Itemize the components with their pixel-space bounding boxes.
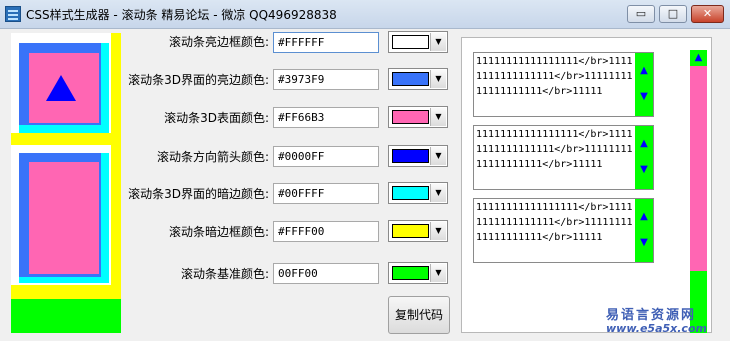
window-title: CSS样式生成器 - 滚动条 精易论坛 - 微凉 QQ496928838 [26,8,337,22]
face-color-picker[interactable]: ▼ [388,106,448,128]
demo-text-3: 11111111111111111</br>11111111111111111<… [476,202,633,243]
darkshadow-color-picker[interactable]: ▼ [388,220,448,242]
arrow-color-input[interactable]: #0000FF [273,146,379,167]
close-button[interactable]: ✕ [691,5,724,23]
demo-text-2: 11111111111111111</br>11111111111111111<… [476,129,633,170]
app-icon [5,6,21,22]
field-label-arrow: 滚动条方向箭头颜色: [156,150,269,164]
darkshadow-swatch [392,224,429,238]
dark3d-swatch [392,186,429,200]
field-label-highlight: 滚动条亮边框颜色: [168,35,269,49]
dark3d-color-picker[interactable]: ▼ [388,182,448,204]
title-bar: CSS样式生成器 - 滚动条 精易论坛 - 微凉 QQ496928838 ▭ □… [0,0,730,29]
preview-base [11,299,121,333]
preview-arrow-icon [46,75,76,101]
scroll-down-icon[interactable]: ▼ [635,91,653,103]
face-color-input[interactable]: #FF66B3 [273,107,379,128]
arrow-color-picker[interactable]: ▼ [388,145,448,167]
face-swatch [392,110,429,124]
demo-text-1: 11111111111111111</br>11111111111111111<… [476,56,633,97]
preview-darkshadow-band [11,133,121,145]
chevron-down-icon: ▼ [430,70,446,88]
demo-scrollbar-2[interactable]: ▲ ▼ [635,126,653,189]
scroll-up-icon[interactable]: ▲ [635,65,653,77]
demo-textbox-2[interactable]: 11111111111111111</br>11111111111111111<… [473,125,654,190]
highlight-swatch [392,35,429,49]
field-label-light3d: 滚动条3D界面的亮边颜色: [128,73,269,87]
highlight-color-picker[interactable]: ▼ [388,31,448,53]
pane-scrollbar-thumb[interactable] [690,66,707,271]
darkshadow-color-input[interactable]: #FFFF00 [273,221,379,242]
watermark-title: 易语言资源网 [606,308,697,323]
watermark-url: www.e5a5x.com [606,322,707,335]
light3d-color-picker[interactable]: ▼ [388,68,448,90]
base-color-input[interactable]: 00FF00 [273,263,379,284]
arrow-swatch [392,149,429,163]
field-label-dark3d: 滚动条3D界面的暗边颜色: [128,187,269,201]
chevron-down-icon: ▼ [430,108,446,126]
demo-textbox-1[interactable]: 11111111111111111</br>11111111111111111<… [473,52,654,117]
chevron-down-icon: ▼ [430,147,446,165]
base-color-picker[interactable]: ▼ [388,262,448,284]
chevron-down-icon: ▼ [430,264,446,282]
field-label-base: 滚动条基准颜色: [180,267,269,281]
pane-scroll-up-icon[interactable]: ▲ [690,52,707,64]
dark3d-color-input[interactable]: #00FFFF [273,183,379,204]
scroll-down-icon[interactable]: ▼ [635,164,653,176]
preview-face-lower [29,162,99,274]
light3d-swatch [392,72,429,86]
field-label-face: 滚动条3D表面颜色: [164,111,269,125]
chevron-down-icon: ▼ [430,222,446,240]
preview-darkshadow-bottom [11,285,121,299]
demo-scrollbar-3[interactable]: ▲ ▼ [635,199,653,262]
field-label-darkshadow: 滚动条暗边框颜色: [168,225,269,239]
highlight-color-input[interactable]: #FFFFFF [273,32,379,53]
demo-textbox-3[interactable]: 11111111111111111</br>11111111111111111<… [473,198,654,263]
demo-scrollbar-1[interactable]: ▲ ▼ [635,53,653,116]
scrollbar-preview [11,33,121,333]
chevron-down-icon: ▼ [430,33,446,51]
scroll-down-icon[interactable]: ▼ [635,237,653,249]
copy-code-button[interactable]: 复制代码 [388,296,450,334]
scroll-up-icon[interactable]: ▲ [635,211,653,223]
maximize-button[interactable]: □ [659,5,687,23]
preview-darkshadow-right [111,33,121,299]
minimize-button[interactable]: ▭ [627,5,655,23]
scroll-up-icon[interactable]: ▲ [635,138,653,150]
light3d-color-input[interactable]: #3973F9 [273,69,379,90]
pane-scrollbar[interactable]: ▲ [690,50,707,333]
chevron-down-icon: ▼ [430,184,446,202]
base-swatch [392,266,429,280]
